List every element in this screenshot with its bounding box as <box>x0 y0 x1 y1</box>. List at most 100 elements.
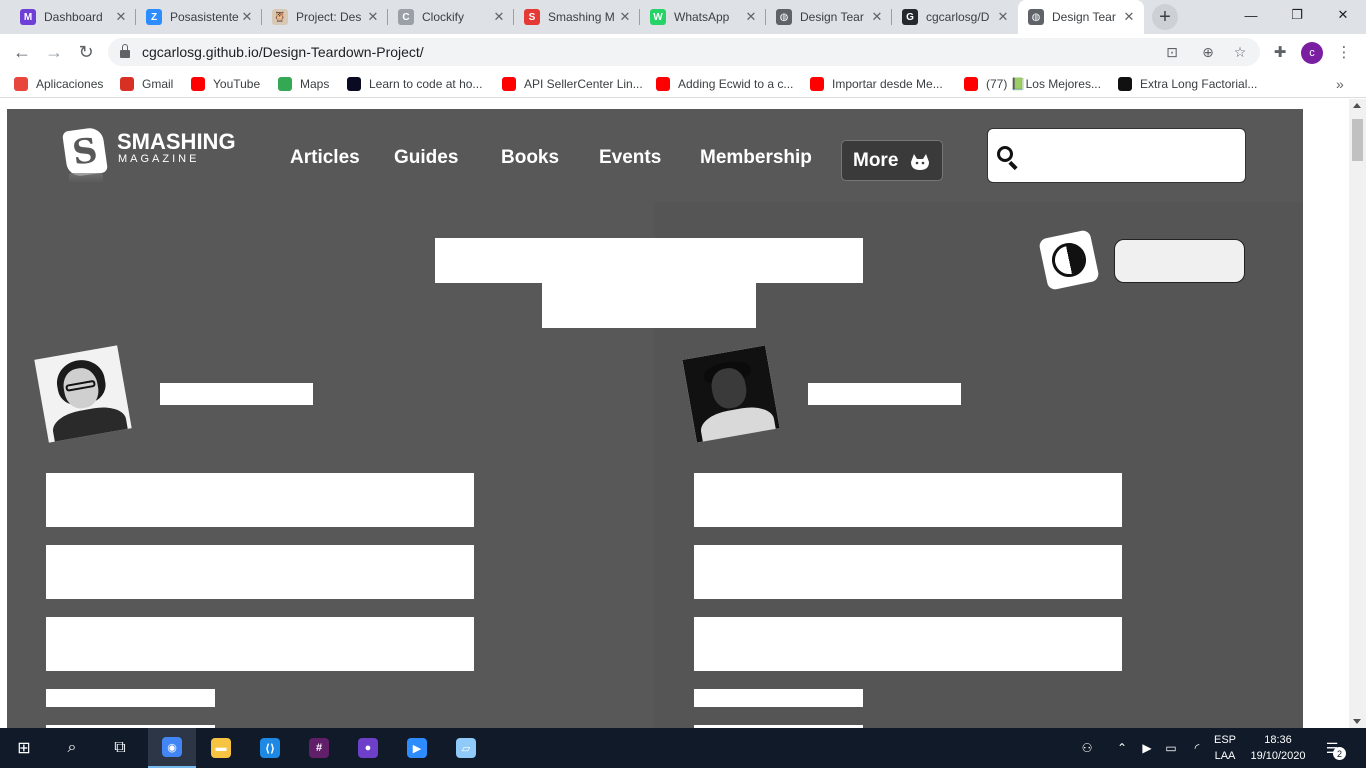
nav-membership[interactable]: Membership <box>700 147 812 169</box>
taskbar-zoom-icon[interactable]: ▶ <box>393 728 441 768</box>
bookmark-item[interactable]: Importar desde Me... <box>810 70 943 98</box>
bookmarks-bar: Aplicaciones Gmail YouTube Maps Learn to cod… <box>0 70 1366 98</box>
tab-title: Clockify <box>422 10 465 24</box>
bookmark-star-icon[interactable]: ☆ <box>1228 38 1252 66</box>
notes-glyph: ▱ <box>456 738 476 758</box>
scroll-up-arrow-icon[interactable] <box>1353 103 1361 108</box>
youtube-icon <box>964 77 978 91</box>
tab-close-icon[interactable]: ✕ <box>870 9 884 25</box>
nav-guides[interactable]: Guides <box>394 147 458 169</box>
search-taskbar-icon[interactable]: ⌕ <box>48 728 96 768</box>
scrollbar-thumb[interactable] <box>1352 119 1363 161</box>
bookmark-item[interactable]: Aplicaciones <box>14 70 103 98</box>
browser-tab[interactable]: Z Posasistente ✕ <box>136 0 262 34</box>
bookmark-item[interactable]: YouTube <box>191 70 260 98</box>
bookmark-item[interactable]: Learn to code at ho... <box>347 70 482 98</box>
notification-center-icon[interactable]: ☰ 2 <box>1320 736 1346 760</box>
bookmark-item[interactable]: Extra Long Factorial... <box>1118 70 1257 98</box>
tab-title: Posasistente <box>170 10 239 24</box>
browser-tab[interactable]: C Clockify ✕ <box>388 0 514 34</box>
nav-events[interactable]: Events <box>599 147 661 169</box>
tab-title: cgcarlosg/D <box>926 10 990 24</box>
lang-code: ESP <box>1213 734 1236 746</box>
browser-tab[interactable]: Gcgcarlosg/D ✕ <box>892 0 1018 34</box>
taskbar-chrome-icon[interactable]: ◉ <box>148 728 196 768</box>
wifi-icon[interactable]: ◜ <box>1186 728 1208 768</box>
smashing-logo[interactable]: S SMASHING MAGAZINE <box>61 126 245 187</box>
close-window-button[interactable]: ✕ <box>1320 0 1366 30</box>
address-bar[interactable]: cgcarlosg.github.io/Design-Teardown-Proj… <box>108 38 1260 66</box>
site-search[interactable] <box>987 128 1246 183</box>
nav-articles[interactable]: Articles <box>290 147 360 169</box>
tab-close-icon[interactable]: ✕ <box>240 9 254 25</box>
start-button[interactable]: ⊞ <box>0 728 48 768</box>
taskbar-github-desktop-icon[interactable]: ● <box>344 728 392 768</box>
extensions-icon[interactable]: ✚ <box>1266 38 1294 66</box>
clock-date: 19/10/2020 <box>1250 750 1306 762</box>
github-desktop-glyph: ● <box>358 738 378 758</box>
people-icon[interactable]: ⚇ <box>1076 728 1098 768</box>
tab-close-icon[interactable]: ✕ <box>1122 9 1136 25</box>
zoom-tray-icon[interactable]: ▶ <box>1136 728 1158 768</box>
minimize-button[interactable]: — <box>1228 0 1274 30</box>
bookmark-label: Maps <box>300 77 330 91</box>
url-text[interactable]: cgcarlosg.github.io/Design-Teardown-Proj… <box>142 44 424 60</box>
lock-icon <box>120 44 130 58</box>
task-view-icon[interactable]: ⧉ <box>96 728 144 768</box>
translate-icon[interactable]: ⊡ <box>1160 38 1184 66</box>
bookmark-item[interactable]: API SellerCenter Lin... <box>502 70 643 98</box>
tab-close-icon[interactable]: ✕ <box>114 9 128 25</box>
nav-books[interactable]: Books <box>501 147 559 169</box>
tab-close-icon[interactable]: ✕ <box>744 9 758 25</box>
tab-close-icon[interactable]: ✕ <box>366 9 380 25</box>
scroll-down-arrow-icon[interactable] <box>1353 719 1361 724</box>
taskbar-notes-icon[interactable]: ▱ <box>442 728 490 768</box>
tab-favicon-icon: C <box>398 9 414 25</box>
hero-title-placeholder-line-1 <box>435 238 863 283</box>
card-placeholder-right-1 <box>694 473 1122 527</box>
browser-toolbar: ← → ↻ cgcarlosg.github.io/Design-Teardow… <box>0 34 1366 70</box>
system-clock[interactable]: 18:36 19/10/2020 <box>1248 732 1308 764</box>
taskbar-file-explorer-icon[interactable]: ▬ <box>197 728 245 768</box>
more-label: More <box>853 149 899 171</box>
battery-icon[interactable]: ▭ <box>1160 728 1182 768</box>
tab-title: Smashing M <box>548 10 615 24</box>
zoom-icon[interactable]: ⊕ <box>1196 38 1220 66</box>
bookmark-item[interactable]: Maps <box>278 70 329 98</box>
browser-tab[interactable]: ◍ Design Tear ✕ <box>1018 0 1144 34</box>
bookmark-label: API SellerCenter Lin... <box>524 77 643 91</box>
bookmark-item[interactable]: (77) 📗Los Mejores... <box>964 70 1101 98</box>
more-button[interactable]: More <box>841 140 943 181</box>
browser-tab[interactable]: ◍ Design Tear ✕ <box>766 0 892 34</box>
browser-tab[interactable]: 🦉 Project: Des ✕ <box>262 0 388 34</box>
tray-chevron-icon[interactable]: ⌃ <box>1112 728 1132 768</box>
forward-button[interactable]: → <box>40 38 68 66</box>
taskbar-slack-icon[interactable]: # <box>295 728 343 768</box>
theme-switch[interactable] <box>1114 239 1245 283</box>
input-language[interactable]: ESP LAA <box>1210 732 1240 764</box>
tab-close-icon[interactable]: ✕ <box>618 9 632 25</box>
restore-button[interactable]: ❐ <box>1274 0 1320 30</box>
browser-tab[interactable]: M Dashboard ✕ <box>10 0 136 34</box>
browser-tab[interactable]: S Smashing M ✕ <box>514 0 640 34</box>
profile-avatar[interactable]: c <box>1301 42 1323 64</box>
tab-title: Project: Des <box>296 10 362 24</box>
back-button[interactable]: ← <box>8 38 36 66</box>
page-scrollbar[interactable] <box>1349 99 1366 728</box>
author-avatar-right <box>682 345 780 443</box>
reload-button[interactable]: ↻ <box>72 38 100 66</box>
menu-kebab-icon[interactable]: ⋮ <box>1330 38 1358 66</box>
bookmark-item[interactable]: Adding Ecwid to a c... <box>656 70 793 98</box>
tab-favicon-icon: Z <box>146 9 162 25</box>
taskbar-vscode-icon[interactable]: ⟨⟩ <box>246 728 294 768</box>
youtube-icon <box>191 77 205 91</box>
tab-close-icon[interactable]: ✕ <box>492 9 506 25</box>
bookmarks-overflow-button[interactable]: » <box>1336 70 1344 98</box>
tab-favicon-icon: S <box>524 9 540 25</box>
new-tab-button[interactable]: + <box>1152 4 1178 30</box>
search-input[interactable] <box>1022 135 1237 175</box>
browser-tab[interactable]: W WhatsApp ✕ <box>640 0 766 34</box>
bookmark-item[interactable]: Gmail <box>120 70 173 98</box>
contrast-toggle-icon[interactable] <box>1038 229 1100 291</box>
tab-close-icon[interactable]: ✕ <box>996 9 1010 25</box>
